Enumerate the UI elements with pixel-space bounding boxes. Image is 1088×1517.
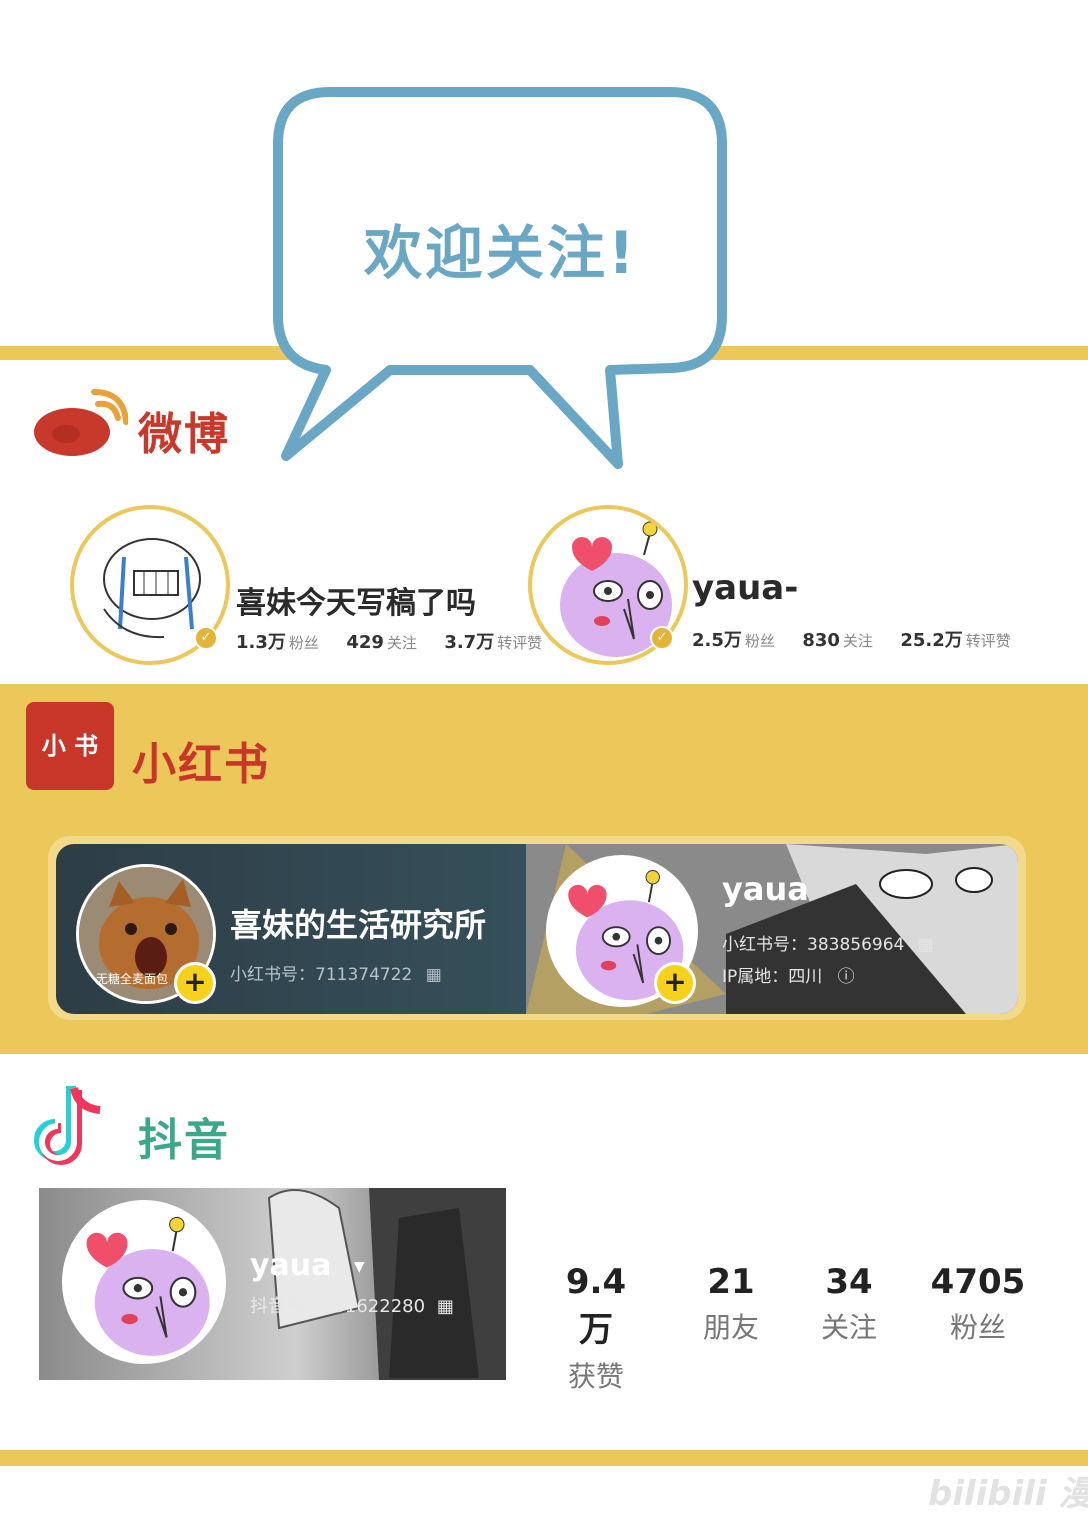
qr-code-icon[interactable]: ▦ xyxy=(426,965,442,985)
weibo-followers-2: 2.5万 xyxy=(692,630,742,651)
xiaohongshu-follow-button-2[interactable]: + xyxy=(654,962,696,1004)
douyin-stat-likes[interactable]: 9.4万 获赞 xyxy=(550,1262,642,1395)
weibo-name-2[interactable]: yaua- xyxy=(692,568,798,608)
weibo-followers-1: 1.3万 xyxy=(236,632,286,653)
weibo-reposts-2: 25.2万 xyxy=(900,630,963,651)
info-icon[interactable]: ⓘ xyxy=(838,967,855,987)
xiaohongshu-id-text-2: 小红书号：383856964 xyxy=(722,935,905,955)
douyin-avatar[interactable] xyxy=(62,1200,226,1364)
weibo-followers-label-1: 粉丝 xyxy=(288,634,319,652)
douyin-stat-value: 34 xyxy=(825,1262,873,1302)
weibo-following-label-2: 关注 xyxy=(842,632,873,650)
xiaohongshu-title: 小红书 xyxy=(132,739,270,790)
weibo-stats-1: 1.3万 粉丝 429 关注 3.7万 转评赞 xyxy=(236,628,542,654)
xiaohongshu-id-1: 小红书号：711374722 ▦ xyxy=(230,960,442,985)
xiaohongshu-logo-text: 小 书 xyxy=(41,732,99,760)
xiaohongshu-id-2: 小红书号：383856964 ▦ xyxy=(722,930,934,955)
douyin-stat-label: 粉丝 xyxy=(949,1311,1006,1344)
douyin-title: 抖音 xyxy=(138,1115,230,1166)
douyin-stat-label: 获赞 xyxy=(567,1360,624,1393)
weibo-logo-icon xyxy=(34,389,128,456)
weibo-verified-badge-1: ✓ xyxy=(194,626,218,650)
weibo-following-label-1: 关注 xyxy=(386,634,417,652)
douyin-id-text: 抖音号：631622280 xyxy=(250,1296,426,1317)
bubble-text: 欢迎关注! xyxy=(364,219,638,287)
douyin-name-text: yaua xyxy=(250,1248,332,1283)
douyin-stat-label: 关注 xyxy=(820,1311,877,1344)
douyin-stat-friends[interactable]: 21 朋友 xyxy=(696,1262,766,1346)
weibo-reposts-label-2: 转评赞 xyxy=(965,632,1011,650)
douyin-stat-followers[interactable]: 4705 粉丝 xyxy=(930,1262,1026,1346)
xiaohongshu-name-2[interactable]: yaua xyxy=(722,870,809,908)
chevron-down-icon[interactable]: ▼ xyxy=(354,1259,365,1275)
douyin-name[interactable]: yaua ▼ xyxy=(250,1248,365,1283)
xiaohongshu-ip-2: IP属地：四川 ⓘ xyxy=(722,962,855,987)
weibo-title: 微博 xyxy=(138,409,230,460)
douyin-stat-following[interactable]: 34 关注 xyxy=(814,1262,884,1346)
weibo-followers-label-2: 粉丝 xyxy=(744,632,775,650)
weibo-name-1[interactable]: 喜妹今天写稿了吗 xyxy=(236,578,476,622)
douyin-stat-value: 21 xyxy=(707,1262,755,1302)
xiaohongshu-id-text-1: 小红书号：711374722 xyxy=(230,965,413,985)
douyin-stat-value: 4705 xyxy=(930,1262,1026,1302)
weibo-stats-2: 2.5万 粉丝 830 关注 25.2万 转评赞 xyxy=(692,626,1011,652)
douyin-stat-value: 9.4万 xyxy=(565,1262,627,1350)
bottom-divider-stripe xyxy=(0,1450,1088,1466)
qr-code-icon[interactable]: ▦ xyxy=(437,1296,454,1317)
xiaohongshu-name-1[interactable]: 喜妹的生活研究所 xyxy=(230,900,486,946)
bilibili-watermark: bilibili 漫画 xyxy=(928,1474,1088,1514)
weibo-reposts-1: 3.7万 xyxy=(444,632,495,653)
weibo-following-1: 429 xyxy=(346,632,384,653)
weibo-reposts-label-1: 转评赞 xyxy=(497,634,543,652)
douyin-id: 抖音号：631622280 ▦ xyxy=(250,1292,454,1318)
xiaohongshu-ip-text-2: IP属地：四川 xyxy=(722,967,823,987)
weibo-following-2: 830 xyxy=(802,630,840,651)
xiaohongshu-follow-button-1[interactable]: + xyxy=(174,962,216,1004)
purple-bird-icon xyxy=(86,1216,210,1356)
xiaohongshu-logo-icon: 小 书 xyxy=(26,702,114,790)
douyin-stat-label: 朋友 xyxy=(702,1311,759,1344)
douyin-logo-icon xyxy=(34,1086,101,1165)
xiaohongshu-avatar-caption: 无糖全麦面包 xyxy=(96,972,169,986)
qr-code-icon[interactable]: ▦ xyxy=(918,935,934,955)
weibo-verified-badge-2: ✓ xyxy=(650,626,674,650)
